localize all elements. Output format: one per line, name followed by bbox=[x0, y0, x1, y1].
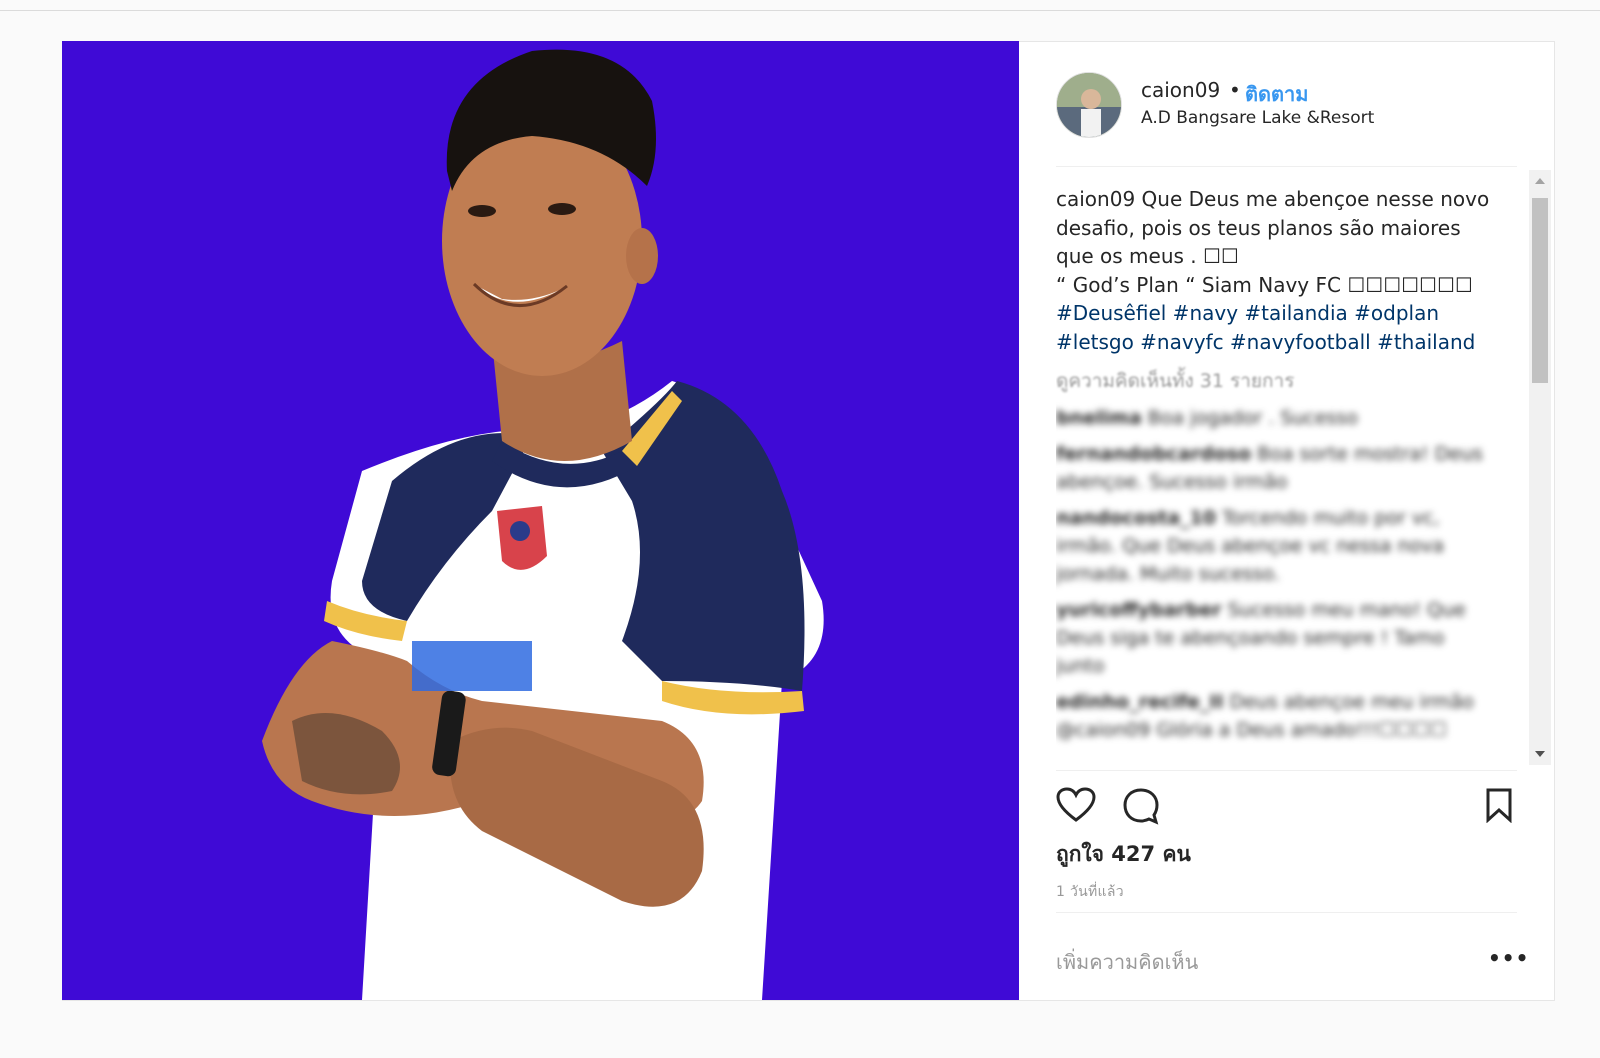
comment-item: bnelima Boa jogador . Sucesso bbox=[1056, 404, 1496, 432]
bookmark-icon[interactable] bbox=[1484, 787, 1514, 827]
comment-username[interactable]: nandocosta_10 bbox=[1056, 507, 1216, 529]
post-username[interactable]: caion09 bbox=[1141, 78, 1220, 102]
likes-count[interactable]: ถูกใจ 427 คน bbox=[1056, 838, 1191, 871]
comment-username[interactable]: edinho_recife_II bbox=[1056, 691, 1223, 713]
caption-username[interactable]: caion09 bbox=[1056, 187, 1135, 211]
caption-hashtags-1[interactable]: #Deusêfiel #navy #tailandia #odplan bbox=[1056, 301, 1439, 325]
heart-icon[interactable] bbox=[1056, 787, 1096, 827]
comment-item: edinho_recife_II Deus abençoe meu irmão … bbox=[1056, 688, 1496, 744]
comment-username[interactable]: yuricoffybarber bbox=[1056, 599, 1222, 621]
comments-scroll-area[interactable]: caion09 Que Deus me abençoe nesse novo d… bbox=[1056, 185, 1496, 765]
follow-button[interactable]: ติดตาม bbox=[1245, 78, 1308, 110]
comment-username[interactable]: fernandobcardoso bbox=[1056, 443, 1251, 465]
caption-hashtags-2[interactable]: #letsgo #navyfc #navyfootball #thailand bbox=[1056, 330, 1475, 354]
post-location[interactable]: A.D Bangsare Lake &Resort bbox=[1141, 108, 1374, 128]
top-divider bbox=[0, 10, 1600, 11]
comment-item: yuricoffybarber Sucesso meu mano! Que De… bbox=[1056, 596, 1496, 680]
post-timestamp[interactable]: 1 วันที่แล้ว bbox=[1056, 881, 1124, 903]
comment-bubble-icon[interactable] bbox=[1121, 787, 1161, 829]
avatar-image bbox=[1057, 73, 1121, 137]
caption: caion09 Que Deus me abençoe nesse novo d… bbox=[1056, 185, 1496, 356]
header-divider bbox=[1056, 166, 1517, 167]
scroll-down-arrow-icon[interactable] bbox=[1529, 743, 1551, 765]
post-photo[interactable] bbox=[62, 41, 1019, 1000]
add-comment-input[interactable]: เพิ่มความคิดเห็น bbox=[1056, 946, 1198, 978]
view-all-comments-link[interactable]: ดูความคิดเห็นทั้ง 31 รายการ bbox=[1056, 366, 1496, 396]
scroll-up-arrow-icon[interactable] bbox=[1529, 170, 1551, 192]
separator-dot: • bbox=[1229, 78, 1241, 102]
comment-username[interactable]: bnelima bbox=[1056, 407, 1142, 429]
comment-item: fernandobcardoso Boa sorte mostra! Deus … bbox=[1056, 440, 1496, 496]
comment-box-divider bbox=[1056, 912, 1517, 913]
comment-item: nandocosta_10 Torcendo muito por vc, irm… bbox=[1056, 504, 1496, 588]
actions-divider bbox=[1056, 770, 1517, 771]
player-photo-illustration bbox=[262, 49, 824, 1000]
comments-scrollbar[interactable] bbox=[1529, 170, 1551, 765]
scrollbar-thumb[interactable] bbox=[1532, 198, 1548, 383]
comment-text: Boa jogador . Sucesso bbox=[1147, 407, 1358, 429]
user-avatar[interactable] bbox=[1056, 72, 1122, 138]
more-options-icon[interactable]: ••• bbox=[1488, 946, 1529, 970]
